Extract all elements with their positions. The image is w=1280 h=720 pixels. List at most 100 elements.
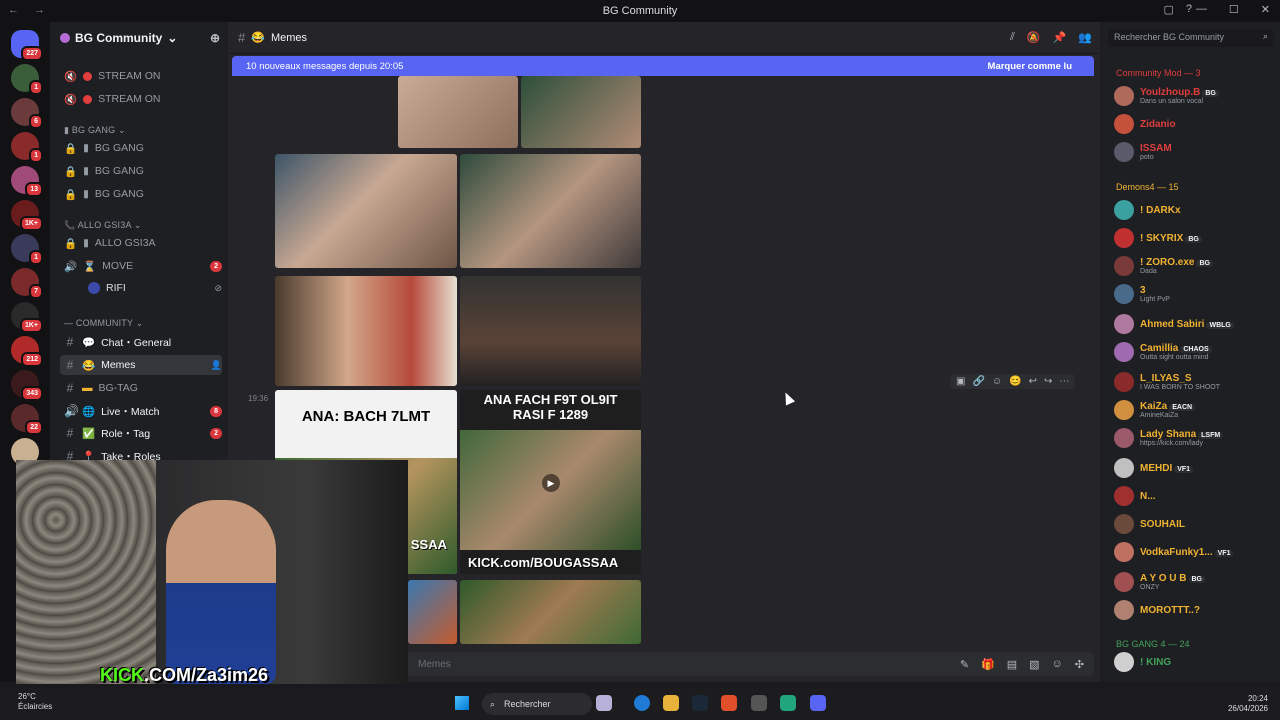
steam-icon[interactable]: [692, 695, 708, 711]
maximize-button[interactable]: ☐: [1229, 3, 1239, 16]
widget-icon[interactable]: [596, 695, 612, 711]
bell-icon[interactable]: 🔕: [1027, 31, 1041, 44]
nitro-icon[interactable]: ✎: [960, 658, 969, 671]
member-item[interactable]: Ahmed Sabiri WBLG: [1114, 312, 1274, 336]
emoji-icon[interactable]: ☺: [1052, 658, 1063, 671]
channel-stream-1[interactable]: 🔇 STREAM ON: [60, 66, 222, 86]
channel-bg-gang-3[interactable]: 🔒 ▮ BG GANG: [60, 184, 222, 204]
member-item[interactable]: ! ZORO.exe BG Dada: [1114, 254, 1274, 278]
meme-image[interactable]: [398, 76, 518, 148]
member-item[interactable]: MEHDI VF1: [1114, 456, 1274, 480]
apps-icon[interactable]: ✣: [1075, 658, 1084, 671]
server-icon[interactable]: 22: [11, 404, 43, 435]
meme-image[interactable]: [460, 154, 641, 268]
add-member-icon[interactable]: 👤: [211, 360, 222, 371]
sticker-icon[interactable]: ▧: [1029, 658, 1039, 671]
server-icon[interactable]: 1: [11, 234, 43, 265]
channel-role-tag[interactable]: # ✅ Role・Tag 2: [60, 423, 222, 443]
gift-icon[interactable]: 🎁: [981, 658, 995, 671]
nav-arrows[interactable]: ← →: [8, 4, 51, 16]
member-item[interactable]: KaiZa EACN AmineKaiZa: [1114, 398, 1274, 422]
server-icon[interactable]: 7: [11, 268, 43, 299]
meme-image[interactable]: [460, 580, 641, 644]
member-item[interactable]: ! SKYRIX BG: [1114, 226, 1274, 250]
member-item[interactable]: ISSAM poto: [1114, 140, 1274, 164]
server-icon[interactable]: 1K+: [11, 302, 43, 333]
server-icon[interactable]: 1K+: [11, 200, 43, 231]
help-icon[interactable]: ?: [1186, 3, 1192, 16]
server-icon[interactable]: 1: [11, 132, 43, 163]
member-item[interactable]: Youlzhoup.B BG Dans un salon vocal: [1114, 84, 1274, 108]
clock[interactable]: 20:24 26/04/2026: [1228, 694, 1268, 714]
mark-as-read-button[interactable]: Marquer comme lu: [988, 61, 1072, 72]
folder-icon[interactable]: [663, 695, 679, 711]
server-icon[interactable]: 6: [11, 98, 43, 129]
member-item[interactable]: 3 Light PvP: [1114, 282, 1274, 306]
channel-bg-gang-1[interactable]: 🔒 ▮ BG GANG: [60, 138, 222, 158]
member-item[interactable]: SOUHAIL: [1114, 512, 1274, 536]
member-item[interactable]: Lady Shana LSFM https://kick.com/lady: [1114, 426, 1274, 450]
link-icon[interactable]: 🔗: [972, 376, 984, 387]
member-item[interactable]: ! DARKx: [1114, 198, 1274, 222]
weather-widget[interactable]: 26°C Éclaircies: [18, 692, 52, 712]
meme-image[interactable]: [275, 276, 457, 386]
channel-allo[interactable]: 🔒 ▮ ALLO GSI3A: [60, 233, 222, 253]
meme-image[interactable]: [408, 580, 457, 644]
channel-memes[interactable]: # 😂 Memes 👤: [60, 355, 222, 375]
member-item[interactable]: ! KING: [1114, 650, 1274, 674]
member-item[interactable]: Camillia CHAOS Outta sight outta mind: [1114, 340, 1274, 364]
member-item[interactable]: MOROTTT..?: [1114, 598, 1274, 622]
edge-icon[interactable]: [634, 695, 650, 711]
discord-icon[interactable]: [810, 695, 826, 711]
meme-image[interactable]: ANA FACH F9T OL9IT RASI F 1289 ▶ KICK.co…: [460, 390, 641, 574]
member-item[interactable]: VodkaFunky1... VF1: [1114, 540, 1274, 564]
category-community[interactable]: — COMMUNITY ⌄: [64, 318, 144, 329]
server-icon[interactable]: 212: [11, 336, 43, 367]
category-allo[interactable]: 📞 ALLO GSI3A ⌄: [64, 220, 142, 231]
channel-chat-general[interactable]: # 💬 Chat・General: [60, 332, 222, 352]
start-button[interactable]: [455, 696, 469, 710]
obs-icon[interactable]: [751, 695, 767, 711]
category-bg-gang[interactable]: ▮ BG GANG ⌄: [64, 125, 126, 136]
channel-live-match[interactable]: 🔊 🌐 Live・Match 8: [60, 401, 222, 421]
pin-icon[interactable]: 📌: [1053, 31, 1067, 44]
member-item[interactable]: N...: [1114, 484, 1274, 508]
guild-header[interactable]: BG Community ⌄ ⊕: [50, 22, 228, 54]
inbox-icon[interactable]: ▢: [1163, 3, 1173, 16]
voice-user-rifi[interactable]: RIFI ⊘: [60, 278, 222, 298]
minimize-button[interactable]: —: [1196, 3, 1207, 16]
forward-icon[interactable]: ↪: [1044, 376, 1052, 387]
server-icon[interactable]: 343: [11, 370, 43, 401]
close-button[interactable]: ✕: [1261, 3, 1270, 16]
reaction-icon[interactable]: ☺: [992, 376, 1002, 387]
reply-icon[interactable]: ↩: [1029, 376, 1037, 387]
meme-image[interactable]: [460, 276, 641, 386]
channel-bg-gang-2[interactable]: 🔒 ▮ BG GANG: [60, 161, 222, 181]
play-icon[interactable]: ▶: [542, 474, 560, 492]
add-member-icon[interactable]: ⊕: [210, 31, 220, 45]
channel-stream-2[interactable]: 🔇 STREAM ON: [60, 89, 222, 109]
meme-image[interactable]: [275, 76, 395, 148]
taskbar-search[interactable]: ⌕ Rechercher: [482, 693, 592, 715]
member-item[interactable]: Zidanio: [1114, 112, 1274, 136]
channel-bg-tag[interactable]: # ▬ BG-TAG: [60, 378, 222, 398]
members-icon[interactable]: 👥: [1078, 31, 1092, 44]
message-input[interactable]: Memes ✎ 🎁 ▤ ▧ ☺ ✣: [398, 652, 1094, 676]
gif-icon[interactable]: ▤: [1007, 658, 1017, 671]
server-icon[interactable]: 13: [11, 166, 43, 197]
member-item[interactable]: A Y O U B BG ONZY: [1114, 570, 1274, 594]
new-messages-banner[interactable]: 10 nouveaux messages depuis 20:05 Marque…: [232, 56, 1094, 76]
apps-icon[interactable]: ▣: [956, 376, 965, 387]
search-input[interactable]: Rechercher BG Community ⌕: [1108, 29, 1274, 47]
channel-move[interactable]: 🔊 ⌛ MOVE 2: [60, 256, 222, 276]
emoji-icon[interactable]: 😊: [1009, 376, 1021, 387]
meme-image[interactable]: [521, 76, 641, 148]
server-icon[interactable]: 1: [11, 64, 43, 95]
threads-icon[interactable]: ⫽: [1010, 31, 1015, 44]
more-icon[interactable]: ⋯: [1059, 376, 1069, 387]
app-icon[interactable]: [780, 695, 796, 711]
server-icon[interactable]: 227: [11, 30, 43, 61]
member-item[interactable]: L_ILYAS_S I WAS BORN TO SHOOT: [1114, 370, 1274, 394]
brave-icon[interactable]: [721, 695, 737, 711]
meme-image[interactable]: [275, 154, 457, 268]
